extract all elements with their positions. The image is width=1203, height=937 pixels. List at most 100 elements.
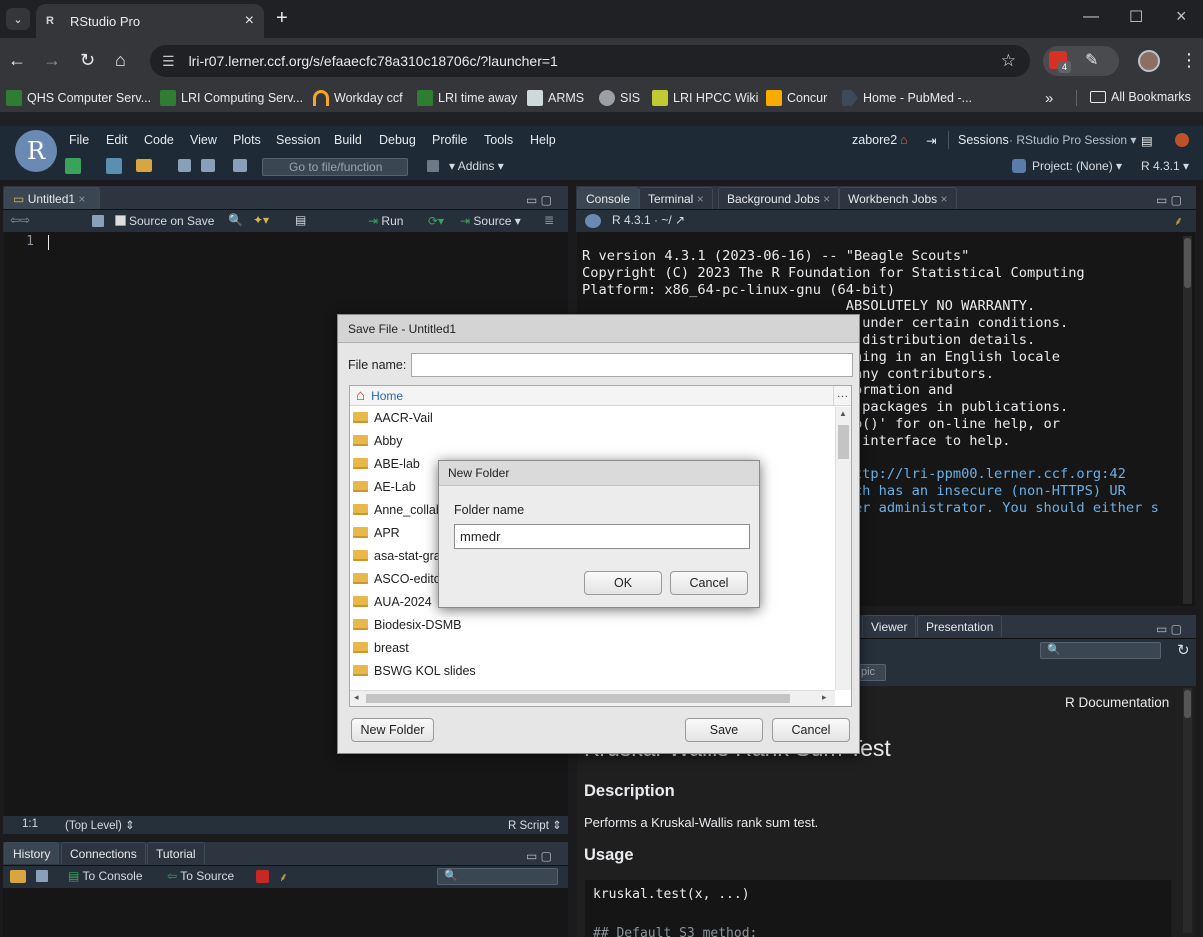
- browser-tab[interactable]: R RStudio Pro ×: [36, 4, 264, 38]
- ok-button[interactable]: OK: [584, 571, 662, 595]
- more-options-button[interactable]: …: [833, 386, 851, 405]
- tab-tutorial[interactable]: Tutorial: [147, 842, 205, 864]
- chrome-menu-icon[interactable]: ⋮: [1180, 50, 1198, 71]
- scroll-up-arrow-icon[interactable]: ▲: [839, 409, 847, 418]
- history-list[interactable]: [3, 888, 568, 937]
- signout-icon[interactable]: ⇥: [926, 133, 936, 148]
- menu-view[interactable]: View: [190, 133, 217, 147]
- help-search-input[interactable]: 🔍: [1040, 642, 1161, 659]
- new-project-icon[interactable]: [106, 158, 122, 174]
- new-tab-plus-icon[interactable]: +: [276, 7, 288, 30]
- tab-console[interactable]: Console: [577, 187, 640, 209]
- menu-debug[interactable]: Debug: [379, 133, 416, 147]
- history-search-input[interactable]: 🔍: [437, 868, 558, 885]
- tab-search-chevron-icon[interactable]: ⌄: [6, 8, 30, 30]
- new-folder-button[interactable]: New Folder: [351, 718, 434, 742]
- to-console-button[interactable]: ▤ To Console: [68, 869, 143, 883]
- scroll-left-arrow-icon[interactable]: ◂: [354, 692, 359, 703]
- forward-arrow-icon[interactable]: →: [43, 50, 61, 71]
- menu-help[interactable]: Help: [530, 133, 556, 147]
- tab-history[interactable]: History: [4, 842, 60, 864]
- menu-session[interactable]: Session: [276, 133, 320, 147]
- profile-avatar[interactable]: [1138, 50, 1160, 72]
- tab-presentation[interactable]: Presentation: [917, 615, 1003, 637]
- folder-name-input[interactable]: mmedr: [454, 524, 750, 549]
- menu-tools[interactable]: Tools: [484, 133, 513, 147]
- source-button[interactable]: ⇥ Source ▾: [460, 214, 521, 228]
- power-icon[interactable]: [1175, 133, 1189, 147]
- save-icon[interactable]: [178, 159, 191, 172]
- refresh-help-icon[interactable]: ↻: [1177, 641, 1190, 659]
- menu-edit[interactable]: Edit: [106, 133, 128, 147]
- file-name-input[interactable]: [411, 353, 853, 377]
- site-info-icon[interactable]: ☰: [162, 53, 175, 70]
- bookmark-lri-computing[interactable]: LRI Computing Serv...: [160, 90, 303, 106]
- cancel-button[interactable]: Cancel: [670, 571, 748, 595]
- open-file-icon[interactable]: [136, 159, 152, 172]
- console-path[interactable]: R 4.3.1 · ~/ ↗: [612, 213, 685, 227]
- load-history-icon[interactable]: [10, 870, 26, 883]
- new-file-icon[interactable]: [65, 158, 81, 174]
- back-arrow-icon[interactable]: ←: [8, 50, 26, 71]
- minimize-icon[interactable]: —: [1083, 8, 1099, 26]
- horizontal-scrollbar[interactable]: ◂ ▸: [350, 690, 835, 706]
- save-all-icon[interactable]: [201, 159, 215, 172]
- tab-terminal[interactable]: Terminal ×: [639, 187, 713, 209]
- back-forward-icon[interactable]: ⇦⇨: [10, 213, 30, 227]
- scrollbar-thumb[interactable]: [366, 694, 790, 703]
- maximize-icon[interactable]: ☐: [1129, 7, 1143, 27]
- file-type-selector[interactable]: R Script ⇕: [508, 818, 562, 832]
- to-source-button[interactable]: ⇦ To Source: [167, 869, 234, 883]
- outline-icon[interactable]: ≣: [544, 213, 554, 227]
- workspace-panes-icon[interactable]: [427, 160, 439, 172]
- bookmark-workday[interactable]: Workday ccf: [313, 90, 403, 106]
- goto-file-input[interactable]: Go to file/function: [262, 158, 408, 176]
- tab-workbench-jobs[interactable]: Workbench Jobs ×: [839, 187, 957, 209]
- source-on-save-checkbox[interactable]: [115, 215, 126, 226]
- run-button[interactable]: ⇥ Run: [368, 214, 403, 228]
- search-icon[interactable]: 🔍: [228, 213, 243, 227]
- menu-plots[interactable]: Plots: [233, 133, 261, 147]
- tab-untitled1[interactable]: ▭ Untitled1 ×: [4, 187, 100, 209]
- bookmark-star-icon[interactable]: ☆: [1001, 51, 1016, 71]
- vertical-scrollbar[interactable]: ▲: [835, 407, 851, 690]
- menu-build[interactable]: Build: [334, 133, 362, 147]
- reload-icon[interactable]: ↻: [80, 50, 95, 71]
- pane-minimize-icon[interactable]: ▭ ▢: [526, 849, 552, 863]
- addins-menu[interactable]: ▾ Addins ▾: [449, 159, 504, 173]
- magic-wand-icon[interactable]: ✦▾: [253, 213, 269, 227]
- save-file-icon[interactable]: [92, 215, 104, 227]
- all-bookmarks[interactable]: All Bookmarks: [1090, 90, 1191, 104]
- tab-close-icon[interactable]: ×: [245, 12, 254, 30]
- compile-report-icon[interactable]: ▤: [295, 213, 306, 227]
- bookmarks-overflow-icon[interactable]: »: [1045, 90, 1053, 107]
- bookmark-lri-time-away[interactable]: LRI time away: [417, 90, 517, 106]
- save-history-icon[interactable]: [36, 870, 48, 882]
- address-bar[interactable]: ☰ lri-r07.lerner.ccf.org/s/efaaecfc78a31…: [150, 45, 1030, 77]
- folder-item[interactable]: Abby: [350, 429, 851, 452]
- bookmark-lri-hpcc[interactable]: LRI HPCC Wiki: [652, 90, 758, 106]
- help-scrollbar[interactable]: [1183, 688, 1192, 933]
- menu-file[interactable]: File: [69, 133, 89, 147]
- clear-console-icon[interactable]: ⸙: [1174, 212, 1183, 229]
- home-icon[interactable]: ⌂: [115, 50, 126, 71]
- session-quit-icon[interactable]: ▤: [1141, 133, 1153, 148]
- scrollbar-thumb[interactable]: [838, 425, 849, 459]
- tab-background-jobs[interactable]: Background Jobs ×: [718, 187, 840, 209]
- breadcrumb-home[interactable]: Home: [371, 389, 403, 403]
- delete-entry-icon[interactable]: [256, 870, 269, 883]
- tab-viewer[interactable]: Viewer: [862, 615, 917, 637]
- print-icon[interactable]: [233, 159, 247, 172]
- puzzle-extension-icon[interactable]: ✎: [1085, 50, 1098, 70]
- project-dropdown[interactable]: Project: (None) ▾: [1032, 159, 1122, 173]
- home-icon[interactable]: ⌂: [900, 133, 908, 147]
- pane-minimize-icon[interactable]: ▭ ▢: [1156, 193, 1182, 207]
- folder-item[interactable]: AACR-Vail: [350, 406, 851, 429]
- pane-minimize-icon[interactable]: ▭ ▢: [526, 193, 552, 207]
- cancel-button[interactable]: Cancel: [772, 718, 850, 742]
- menu-code[interactable]: Code: [144, 133, 174, 147]
- folder-item[interactable]: breast: [350, 636, 851, 659]
- window-close-icon[interactable]: ×: [1176, 6, 1187, 27]
- save-button[interactable]: Save: [685, 718, 763, 742]
- rerun-icon[interactable]: ⟳▾: [428, 214, 444, 228]
